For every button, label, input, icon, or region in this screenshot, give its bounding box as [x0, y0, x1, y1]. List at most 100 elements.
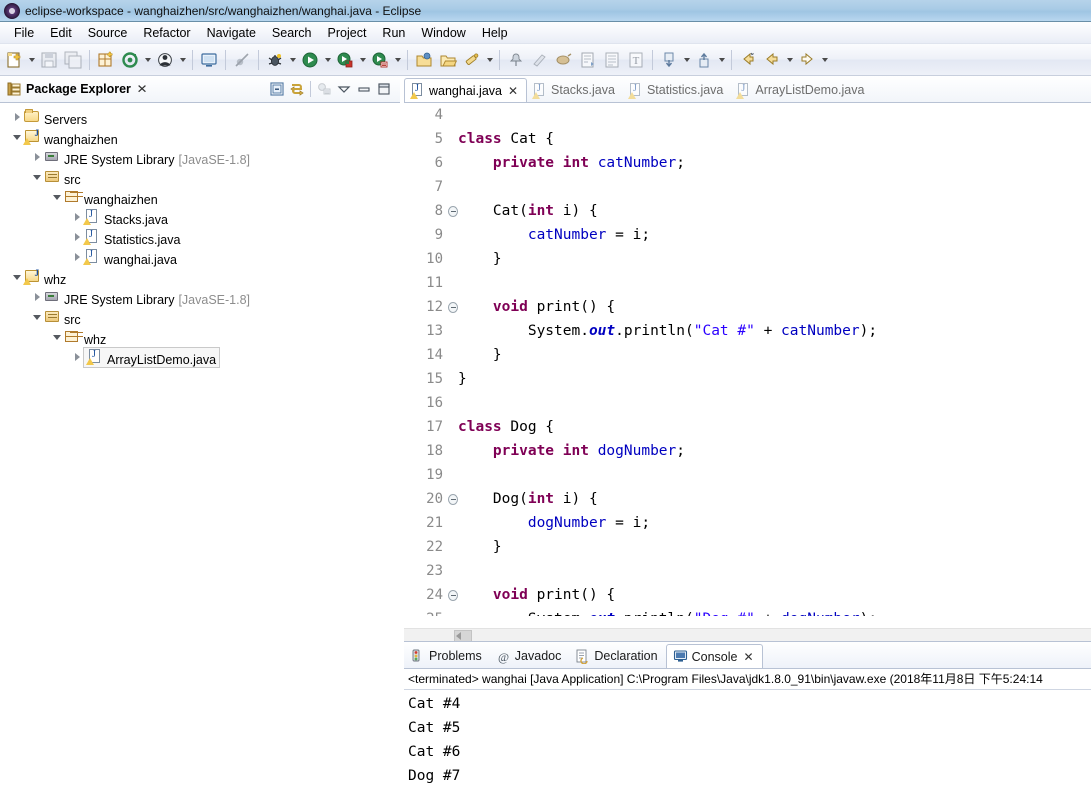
menu-item-window[interactable]: Window: [413, 24, 473, 42]
tree-item-src[interactable]: src: [0, 167, 400, 187]
console-output[interactable]: Cat #4 Cat #5 Cat #6 Dog #7: [404, 690, 1091, 806]
expand-arrow-closed-icon[interactable]: [70, 347, 84, 367]
expand-arrow-closed-icon[interactable]: [70, 207, 84, 227]
menu-item-search[interactable]: Search: [264, 24, 320, 42]
chevron-down-icon[interactable]: [142, 49, 153, 71]
previous-edit-location-icon[interactable]: [693, 49, 715, 71]
chevron-down-icon[interactable]: [716, 49, 727, 71]
toggle-mark-occurrences-icon[interactable]: [529, 49, 551, 71]
chevron-down-icon[interactable]: [26, 49, 37, 71]
code-editor[interactable]: 4 5 6 7 8 9 10 11 12 13 14 15 16 17 18 19 20 21 22 23 24 25 c…: [404, 103, 1091, 616]
fold-collapse-icon[interactable]: [448, 295, 458, 319]
expand-arrow-open-icon[interactable]: [50, 327, 64, 347]
run-external-tools-icon[interactable]: [334, 49, 356, 71]
chevron-down-icon[interactable]: [357, 49, 368, 71]
chevron-down-icon[interactable]: [392, 49, 403, 71]
fold-collapse-icon[interactable]: [448, 487, 458, 511]
expand-arrow-closed-icon[interactable]: [30, 287, 44, 307]
bottom-tab-javadoc[interactable]: @ Javadoc: [490, 644, 570, 668]
menu-item-project[interactable]: Project: [320, 24, 375, 42]
expand-arrow-open-icon[interactable]: [30, 307, 44, 327]
editor-tab-wanghai-java[interactable]: wanghai.java ✕: [404, 78, 528, 102]
editor-tab-statistics-java[interactable]: Statistics.java: [623, 78, 731, 102]
tree-item-jre-system-library[interactable]: JRE System Library [JavaSE-1.8]: [0, 147, 400, 167]
new-java-package-icon[interactable]: [95, 49, 117, 71]
save-all-icon[interactable]: [62, 49, 84, 71]
folding-gutter[interactable]: [448, 103, 458, 616]
tree-item-whz[interactable]: whz: [0, 267, 400, 287]
chevron-down-icon[interactable]: [784, 49, 795, 71]
back-arrow-icon[interactable]: [761, 49, 783, 71]
next-annotation-icon[interactable]: [577, 49, 599, 71]
show-whitespace-icon[interactable]: [601, 49, 623, 71]
coverage-icon[interactable]: [369, 49, 391, 71]
view-menu-icon[interactable]: [334, 79, 354, 99]
tree-item-wanghaizhen[interactable]: wanghaizhen: [0, 187, 400, 207]
expand-arrow-closed-icon[interactable]: [30, 147, 44, 167]
fold-collapse-icon[interactable]: [448, 199, 458, 223]
menu-item-file[interactable]: File: [6, 24, 42, 42]
expand-arrow-open-icon[interactable]: [10, 267, 24, 287]
menu-item-source[interactable]: Source: [80, 24, 136, 42]
expand-arrow-closed-icon[interactable]: [70, 247, 84, 267]
bottom-tab-console[interactable]: Console ✕: [665, 644, 763, 668]
tree-item-wanghaizhen[interactable]: wanghaizhen: [0, 127, 400, 147]
maximize-icon[interactable]: [374, 79, 394, 99]
chevron-down-icon[interactable]: [819, 49, 830, 71]
chevron-down-icon[interactable]: [287, 49, 298, 71]
next-edit-location-icon[interactable]: [658, 49, 680, 71]
menu-item-refactor[interactable]: Refactor: [135, 24, 198, 42]
tree-item-servers[interactable]: Servers: [0, 107, 400, 127]
forward-arrow-icon[interactable]: [796, 49, 818, 71]
expand-arrow-closed-icon[interactable]: [70, 227, 84, 247]
code-text[interactable]: class Cat { private int catNumber; Cat(i…: [458, 103, 1091, 616]
tree-item-stacks-java[interactable]: Stacks.java: [0, 207, 400, 227]
editor-tab-arraylistdemo-java[interactable]: ArrayListDemo.java: [731, 78, 872, 102]
bottom-tab-declaration[interactable]: Declaration: [569, 644, 665, 668]
link-icon[interactable]: [553, 49, 575, 71]
expand-arrow-open-icon[interactable]: [50, 187, 64, 207]
menu-item-edit[interactable]: Edit: [42, 24, 80, 42]
menu-item-navigate[interactable]: Navigate: [199, 24, 264, 42]
new-annotation-icon[interactable]: [154, 49, 176, 71]
back-history-icon[interactable]: [737, 49, 759, 71]
new-wizard-icon[interactable]: [3, 49, 25, 71]
chevron-down-icon[interactable]: [177, 49, 188, 71]
link-with-editor-icon[interactable]: [287, 79, 307, 99]
open-folder-icon[interactable]: [437, 49, 459, 71]
skip-breakpoints-icon[interactable]: [231, 49, 253, 71]
close-icon[interactable]: ✕: [743, 650, 753, 664]
menu-item-run[interactable]: Run: [374, 24, 413, 42]
close-icon[interactable]: ✕: [136, 82, 147, 96]
run-icon[interactable]: [299, 49, 321, 71]
tree-item-statistics-java[interactable]: Statistics.java: [0, 227, 400, 247]
save-icon[interactable]: [38, 49, 60, 71]
tree-item-jre-system-library[interactable]: JRE System Library [JavaSE-1.8]: [0, 287, 400, 307]
collapse-all-icon[interactable]: [267, 79, 287, 99]
pin-editor-icon[interactable]: [505, 49, 527, 71]
new-folder-icon[interactable]: [413, 49, 435, 71]
fold-collapse-icon[interactable]: [448, 583, 458, 607]
close-icon[interactable]: ✕: [508, 84, 518, 98]
bottom-tab-problems[interactable]: Problems: [404, 644, 490, 668]
minimize-icon[interactable]: [354, 79, 374, 99]
editor-horizontal-scrollbar[interactable]: [404, 628, 1091, 642]
expand-arrow-open-icon[interactable]: [30, 167, 44, 187]
scroll-left-icon[interactable]: [456, 632, 461, 640]
expand-arrow-open-icon[interactable]: [10, 127, 24, 147]
search-icon[interactable]: [461, 49, 483, 71]
expand-arrow-closed-icon[interactable]: [10, 107, 24, 127]
text-formatting-icon[interactable]: T: [625, 49, 647, 71]
new-java-class-icon[interactable]: [119, 49, 141, 71]
tree-item-wanghai-java[interactable]: wanghai.java: [0, 247, 400, 267]
tree-item-src[interactable]: src: [0, 307, 400, 327]
debug-icon[interactable]: [264, 49, 286, 71]
open-type-icon[interactable]: [198, 49, 220, 71]
chevron-down-icon[interactable]: [484, 49, 495, 71]
chevron-down-icon[interactable]: [681, 49, 692, 71]
focus-on-active-task-icon[interactable]: [314, 79, 334, 99]
chevron-down-icon[interactable]: [322, 49, 333, 71]
tree-item-arraylistdemo-java[interactable]: ArrayListDemo.java: [0, 346, 400, 368]
editor-tab-stacks-java[interactable]: Stacks.java: [527, 78, 623, 102]
tree-item-whz[interactable]: whz: [0, 327, 400, 347]
